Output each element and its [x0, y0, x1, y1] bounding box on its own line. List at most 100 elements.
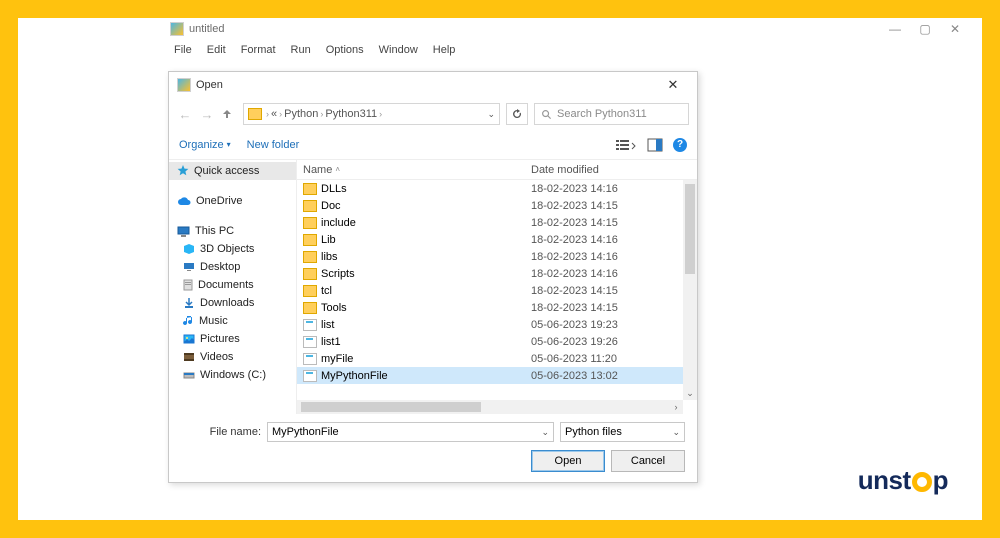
- chevron-down-icon[interactable]: ⌄: [487, 109, 495, 120]
- col-name[interactable]: Name˄: [303, 164, 531, 176]
- list-item[interactable]: include18-02-2023 14:15: [297, 214, 697, 231]
- pc-icon: [177, 226, 190, 237]
- parent-window: untitled — ▢ ✕ File Edit Format Run Opti…: [18, 18, 982, 63]
- dialog-toolbar: Organize▾ New folder ?: [169, 130, 697, 160]
- help-button[interactable]: ?: [673, 138, 687, 152]
- menu-window[interactable]: Window: [373, 42, 424, 58]
- sidebar-item-windows-c[interactable]: Windows (C:): [169, 366, 296, 384]
- sidebar-item-music[interactable]: Music: [169, 312, 296, 330]
- file-type-filter[interactable]: Python files ⌄: [560, 422, 685, 442]
- menu-help[interactable]: Help: [427, 42, 462, 58]
- scroll-down-button[interactable]: ⌄: [683, 386, 697, 400]
- nav-row: ← → › « › Python › Python311 › ⌄ Sear: [169, 98, 697, 130]
- parent-title: untitled: [189, 23, 224, 35]
- list-item[interactable]: Tools18-02-2023 14:15: [297, 299, 697, 316]
- file-date: 05-06-2023 19:23: [531, 319, 618, 331]
- minimize-button[interactable]: —: [880, 22, 910, 36]
- folder-icon: [303, 183, 317, 195]
- menu-file[interactable]: File: [168, 42, 198, 58]
- dialog-close-button[interactable]: ✕: [657, 77, 689, 93]
- folder-icon: [303, 302, 317, 314]
- file-list: Name˄ Date modified DLLs18-02-2023 14:16…: [297, 160, 697, 414]
- breadcrumb-seg[interactable]: Python: [284, 108, 318, 120]
- sidebar-item-videos[interactable]: Videos: [169, 348, 296, 366]
- search-placeholder: Search Python311: [557, 108, 647, 120]
- sidebar-item-label: Music: [199, 315, 228, 327]
- list-item[interactable]: libs18-02-2023 14:16: [297, 248, 697, 265]
- brand-logo: unstp: [858, 465, 948, 496]
- sidebar-item-documents[interactable]: Documents: [169, 276, 296, 294]
- view-mode-button[interactable]: [615, 138, 637, 152]
- chevron-down-icon[interactable]: ⌄: [541, 427, 549, 438]
- sidebar-item-onedrive[interactable]: OneDrive: [169, 192, 296, 210]
- picture-icon: [183, 334, 195, 344]
- sidebar-item-label: Quick access: [194, 165, 259, 177]
- parent-titlebar: untitled — ▢ ✕: [18, 18, 982, 40]
- filename-label: File name:: [181, 426, 261, 438]
- list-item[interactable]: DLLs18-02-2023 14:16: [297, 180, 697, 197]
- nav-back-button[interactable]: ←: [177, 107, 193, 122]
- horizontal-scrollbar[interactable]: ›: [297, 400, 683, 414]
- idle-icon: [170, 22, 184, 36]
- list-item[interactable]: list05-06-2023 19:23: [297, 316, 697, 333]
- file-name: list: [321, 319, 531, 331]
- organize-button[interactable]: Organize▾: [179, 139, 231, 151]
- dialog-titlebar: Open ✕: [169, 72, 697, 98]
- list-item[interactable]: tcl18-02-2023 14:15: [297, 282, 697, 299]
- list-item[interactable]: list105-06-2023 19:26: [297, 333, 697, 350]
- desktop-icon: [183, 262, 195, 272]
- list-item[interactable]: Scripts18-02-2023 14:16: [297, 265, 697, 282]
- scroll-thumb[interactable]: [685, 184, 695, 274]
- logo-o-icon: [912, 472, 932, 492]
- open-button[interactable]: Open: [531, 450, 605, 472]
- file-icon: [303, 353, 317, 365]
- cancel-button[interactable]: Cancel: [611, 450, 685, 472]
- scroll-thumb[interactable]: [301, 402, 481, 412]
- sidebar-item-label: OneDrive: [196, 195, 242, 207]
- chevron-down-icon[interactable]: ⌄: [672, 427, 680, 438]
- new-folder-button[interactable]: New folder: [247, 139, 300, 151]
- breadcrumb[interactable]: › « › Python › Python311 › ⌄: [243, 103, 500, 125]
- sidebar-item-quick-access[interactable]: Quick access: [169, 162, 296, 180]
- menu-edit[interactable]: Edit: [201, 42, 232, 58]
- file-name: list1: [321, 336, 531, 348]
- list-item[interactable]: Doc18-02-2023 14:15: [297, 197, 697, 214]
- file-name: myFile: [321, 353, 531, 365]
- search-input[interactable]: Search Python311: [534, 103, 689, 125]
- vertical-scrollbar[interactable]: ⌄: [683, 180, 697, 400]
- menu-options[interactable]: Options: [320, 42, 370, 58]
- file-date: 18-02-2023 14:16: [531, 268, 618, 280]
- refresh-button[interactable]: [506, 103, 528, 125]
- list-item[interactable]: MyPythonFile05-06-2023 13:02: [297, 367, 697, 384]
- scroll-right-button[interactable]: ›: [669, 400, 683, 414]
- menu-format[interactable]: Format: [235, 42, 282, 58]
- breadcrumb-seg[interactable]: Python311: [325, 108, 377, 120]
- nav-forward-button[interactable]: →: [199, 107, 215, 122]
- filename-input[interactable]: MyPythonFile ⌄: [267, 422, 554, 442]
- list-item[interactable]: Lib18-02-2023 14:16: [297, 231, 697, 248]
- list-item[interactable]: myFile05-06-2023 11:20: [297, 350, 697, 367]
- sidebar-item-desktop[interactable]: Desktop: [169, 258, 296, 276]
- file-name: Tools: [321, 302, 531, 314]
- close-button[interactable]: ✕: [940, 22, 970, 36]
- menu-run[interactable]: Run: [285, 42, 317, 58]
- sidebar-item-this-pc[interactable]: This PC: [169, 222, 296, 240]
- sidebar-item-3d-objects[interactable]: 3D Objects: [169, 240, 296, 258]
- file-name: DLLs: [321, 183, 531, 195]
- file-name: include: [321, 217, 531, 229]
- dialog-icon: [177, 78, 191, 92]
- folder-icon: [303, 285, 317, 297]
- file-date: 05-06-2023 13:02: [531, 370, 618, 382]
- sidebar-item-pictures[interactable]: Pictures: [169, 330, 296, 348]
- sidebar: Quick access OneDrive This PC 3D Objects…: [169, 160, 297, 414]
- maximize-button[interactable]: ▢: [910, 22, 940, 36]
- file-date: 18-02-2023 14:15: [531, 217, 618, 229]
- dialog-title: Open: [196, 79, 223, 91]
- file-name: libs: [321, 251, 531, 263]
- file-date: 05-06-2023 19:26: [531, 336, 618, 348]
- nav-up-button[interactable]: [221, 108, 237, 120]
- folder-icon: [303, 251, 317, 263]
- preview-pane-button[interactable]: [647, 138, 663, 152]
- col-date[interactable]: Date modified: [531, 164, 697, 176]
- sidebar-item-downloads[interactable]: Downloads: [169, 294, 296, 312]
